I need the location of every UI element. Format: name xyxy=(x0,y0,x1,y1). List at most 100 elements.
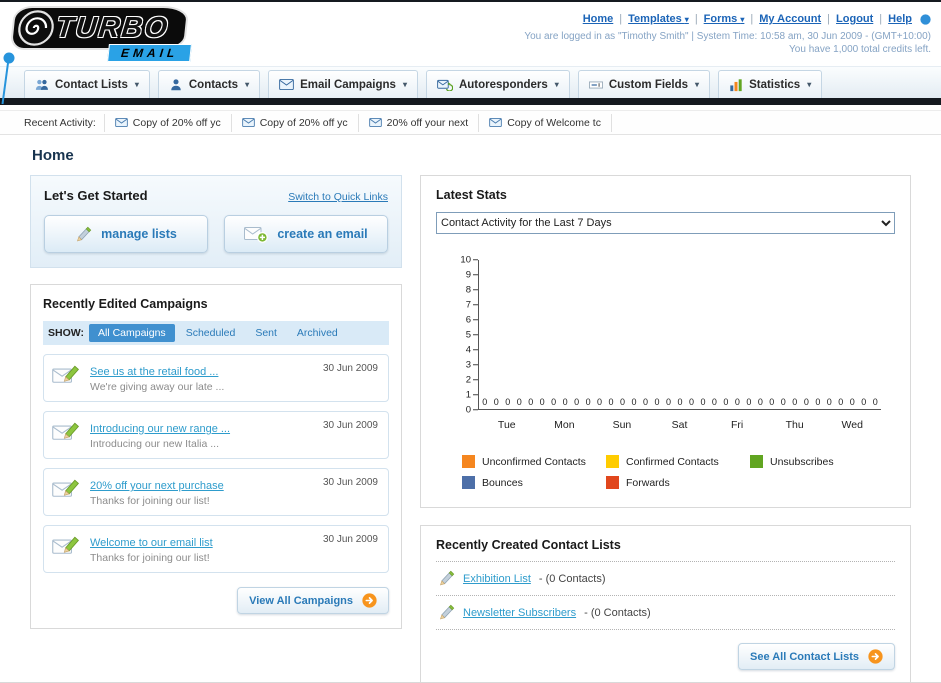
envelope-icon xyxy=(114,118,128,127)
y-axis-tick: 6 xyxy=(466,315,478,325)
chevron-down-icon: ▾ xyxy=(695,80,700,89)
campaign-title-link[interactable]: 20% off your next purchase xyxy=(90,480,224,492)
y-axis-tick: 4 xyxy=(466,345,478,355)
campaign-row[interactable]: 20% off your next purchase Thanks for joi… xyxy=(43,468,389,516)
campaign-row[interactable]: See us at the retail food ... We're givin… xyxy=(43,354,389,402)
switch-quick-links-link[interactable]: Switch to Quick Links xyxy=(288,191,388,203)
y-axis-tick: 10 xyxy=(460,255,478,265)
top-link-home[interactable]: Home xyxy=(583,13,614,25)
chevron-down-icon: ▾ xyxy=(402,80,407,89)
y-axis-tick: 9 xyxy=(466,270,478,280)
campaign-date: 30 Jun 2009 xyxy=(322,477,378,488)
help-circle-icon xyxy=(920,13,931,25)
recent-activity-bar: Recent Activity: Copy of 20% off yc Copy … xyxy=(0,110,941,135)
logo-tail-decoration xyxy=(0,50,20,113)
recent-activity-label: Recent Activity: xyxy=(24,116,96,129)
activity-item[interactable]: Copy of 20% off yc xyxy=(103,113,231,132)
filter-archived[interactable]: Archived xyxy=(288,324,347,342)
contact-list-count: - (0 Contacts) xyxy=(538,572,606,585)
envelope-icon xyxy=(241,118,255,127)
tab-statistics[interactable]: Statistics ▾ xyxy=(718,70,823,98)
bar-value-labels: 0 0 0 0 0 xyxy=(769,397,821,407)
activity-item-label: Copy of Welcome tc xyxy=(507,116,601,129)
y-axis-tick: 5 xyxy=(466,330,478,340)
contact-list-link[interactable]: Newsletter Subscribers xyxy=(463,607,576,619)
link-separator: | xyxy=(879,13,883,25)
activity-item[interactable]: Copy of Welcome tc xyxy=(478,113,612,132)
y-axis-tick: 0 xyxy=(466,405,478,415)
bar-value-labels: 0 0 0 0 0 xyxy=(711,397,763,407)
tab-label: Contacts xyxy=(188,78,239,91)
see-all-contact-lists-button[interactable]: See All Contact Lists xyxy=(737,643,895,670)
pencil-icon xyxy=(438,604,455,621)
legend-item: Forwards xyxy=(606,476,750,489)
latest-stats-panel: Latest Stats Contact Activity for the La… xyxy=(420,175,911,508)
manage-lists-button[interactable]: manage lists xyxy=(44,215,208,253)
tab-label: Autoresponders xyxy=(458,78,548,91)
create-email-label: create an email xyxy=(277,227,368,241)
contact-list-count: - (0 Contacts) xyxy=(584,606,651,619)
contact-list-row: Newsletter Subscribers - (0 Contacts) xyxy=(436,595,895,630)
contact-list-row: Exhibition List - (0 Contacts) xyxy=(436,561,895,595)
tab-email-campaigns[interactable]: Email Campaigns ▾ xyxy=(268,70,418,98)
header: TURBO EMAIL Home | Templates ▾ | Forms ▾ | My … xyxy=(0,2,941,105)
activity-item[interactable]: Copy of 20% off yc xyxy=(230,113,358,132)
logo-title: TURBO xyxy=(54,11,171,44)
top-link-forms[interactable]: Forms ▾ xyxy=(704,13,745,25)
tab-autoresponders[interactable]: Autoresponders ▾ xyxy=(425,70,570,98)
filter-sent[interactable]: Sent xyxy=(246,324,286,342)
filter-scheduled[interactable]: Scheduled xyxy=(177,324,245,342)
link-separator: | xyxy=(619,13,623,25)
left-column: Let's Get Started Switch to Quick Links … xyxy=(30,175,402,629)
create-email-button[interactable]: create an email xyxy=(224,215,388,253)
header-right: Home | Templates ▾ | Forms ▾ | My Account | Logo… xyxy=(524,9,931,55)
right-column: Latest Stats Contact Activity for the La… xyxy=(420,175,911,682)
show-label: SHOW: xyxy=(48,327,84,339)
contact-lists-panel: Recently Created Contact Lists Exhibitio… xyxy=(420,525,911,682)
campaign-title-link[interactable]: See us at the retail food ... xyxy=(90,366,218,378)
stats-panel-title: Latest Stats xyxy=(436,188,507,202)
stats-period-select[interactable]: Contact Activity for the Last 7 Days xyxy=(436,212,895,234)
x-axis-label: Mon xyxy=(554,419,575,431)
legend-swatch xyxy=(462,476,475,489)
top-link-help[interactable]: Help xyxy=(888,13,912,25)
legend-label: Forwards xyxy=(626,476,670,489)
campaign-date: 30 Jun 2009 xyxy=(322,534,378,545)
campaign-subtitle: Thanks for joining our list! xyxy=(90,495,210,507)
statistics-icon xyxy=(729,78,743,92)
view-all-campaigns-label: View All Campaigns xyxy=(249,594,353,607)
arrow-circle-icon xyxy=(868,649,883,664)
custom-fields-icon xyxy=(588,78,603,92)
see-all-contact-lists-label: See All Contact Lists xyxy=(749,650,859,663)
bar-value-labels: 0 0 0 0 0 xyxy=(826,397,878,407)
top-link-my-account[interactable]: My Account xyxy=(759,13,821,25)
top-link-logout[interactable]: Logout xyxy=(836,13,873,25)
tab-custom-fields[interactable]: Custom Fields ▾ xyxy=(577,70,711,98)
tab-contact-lists[interactable]: Contact Lists ▾ xyxy=(24,70,150,98)
credits-info: You have 1,000 total credits left. xyxy=(789,44,931,55)
legend-item: Confirmed Contacts xyxy=(606,455,750,468)
campaign-subtitle: Introducing our new Italia ... xyxy=(90,438,219,450)
activity-item-label: 20% off your next xyxy=(386,116,469,129)
campaign-text: 20% off your next purchase Thanks for joi… xyxy=(90,476,224,507)
activity-items: Copy of 20% off yc Copy of 20% off yc 20% … xyxy=(103,113,612,132)
campaign-row[interactable]: Welcome to our email list Thanks for join… xyxy=(43,525,389,573)
view-all-campaigns-button[interactable]: View All Campaigns xyxy=(237,587,389,614)
campaign-text: Welcome to our email list Thanks for join… xyxy=(90,533,213,564)
campaign-title-link[interactable]: Welcome to our email list xyxy=(90,537,213,549)
envelope-icon xyxy=(489,118,502,127)
contact-list-link[interactable]: Exhibition List xyxy=(463,573,531,585)
activity-item[interactable]: 20% off your next xyxy=(357,113,479,132)
campaign-row[interactable]: Introducing our new range ... Introducing… xyxy=(43,411,389,459)
tab-label: Contact Lists xyxy=(55,78,128,91)
x-axis-label: Tue xyxy=(497,419,516,431)
tab-contacts[interactable]: Contacts ▾ xyxy=(157,70,261,98)
campaign-title-link[interactable]: Introducing our new range ... xyxy=(90,423,230,435)
filter-all-campaigns[interactable]: All Campaigns xyxy=(88,324,175,342)
x-axis-label: Sat xyxy=(671,419,688,431)
top-link-templates[interactable]: Templates ▾ xyxy=(628,13,689,25)
envelope-pencil-icon xyxy=(52,477,81,499)
chart-zero-row: 0 0 0 0 0 0 0 0 0 0 0 0 0 0 0 0 0 0 0 0 0 0 … xyxy=(479,397,881,407)
x-axis-label: Thu xyxy=(785,419,804,431)
campaign-subtitle: We're giving away our late ... xyxy=(90,381,225,393)
